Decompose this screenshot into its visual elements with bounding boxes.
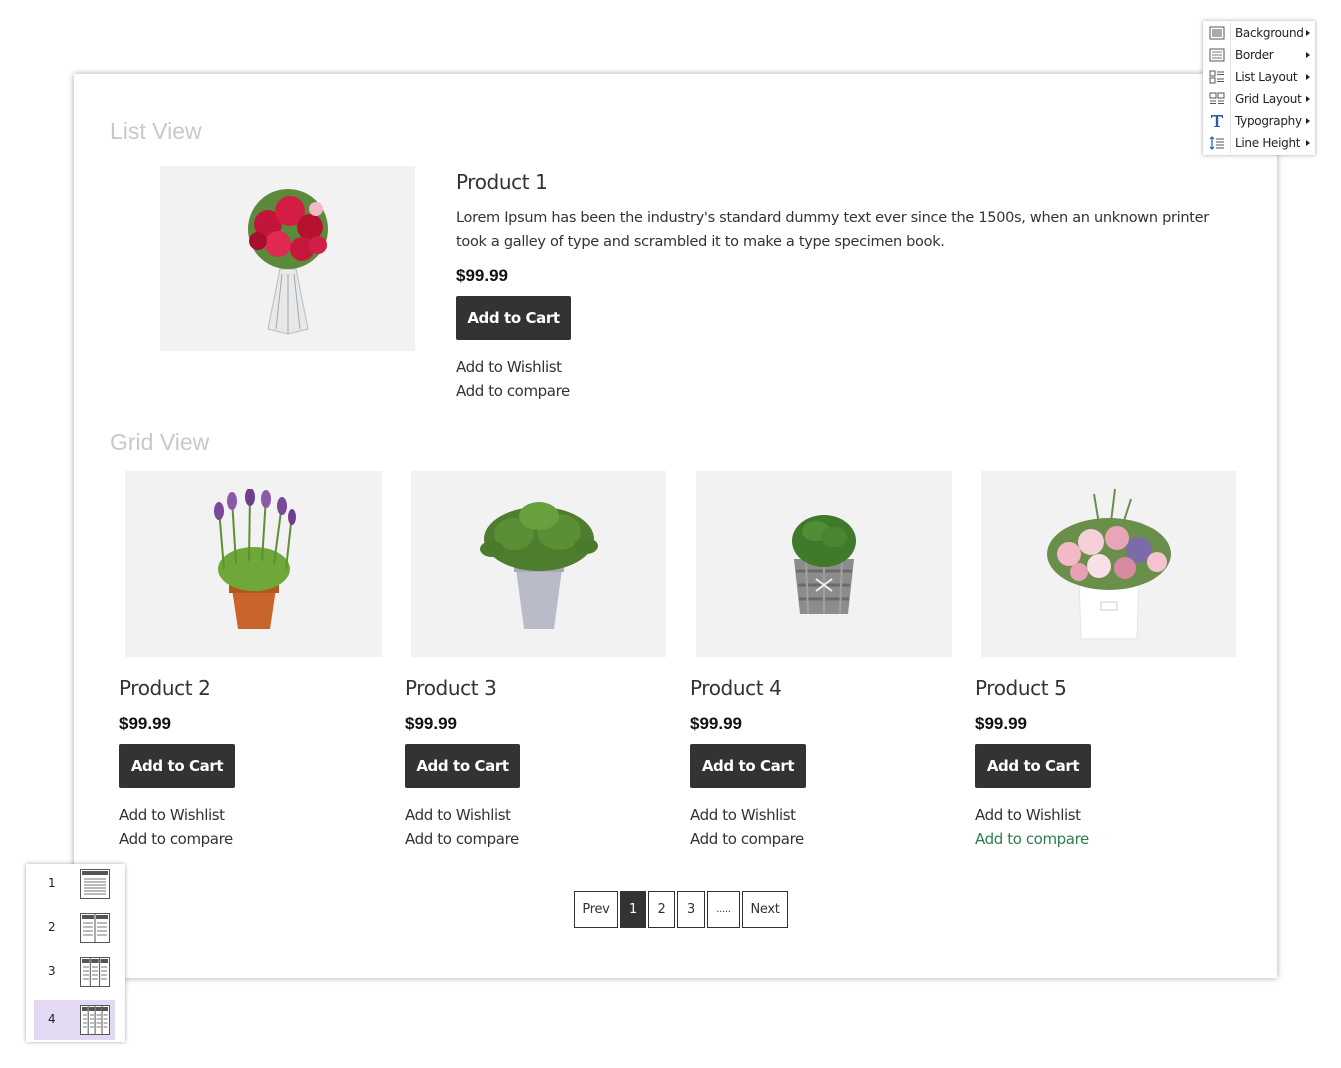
one-column-icon — [80, 869, 110, 899]
product-4-add-to-cart-button[interactable]: Add to Cart — [690, 744, 806, 788]
product-2-price: $99.99 — [119, 714, 171, 733]
product-3-add-to-wishlist-link[interactable]: Add to Wishlist — [405, 806, 511, 824]
product-1-description: Lorem Ipsum has been the industry's stan… — [456, 210, 1209, 250]
list-layout-icon — [1209, 70, 1224, 84]
typography-icon — [1211, 115, 1223, 127]
product-3-name[interactable]: Product 3 — [405, 676, 497, 700]
product-5-image[interactable] — [981, 471, 1236, 657]
menu-item-typography[interactable]: Typography — [1203, 110, 1315, 132]
menu-item-label: Grid Layout — [1235, 92, 1302, 106]
columns-option-4[interactable]: 4 — [34, 1000, 115, 1040]
product-5-add-to-compare-link[interactable]: Add to compare — [975, 830, 1089, 848]
menu-item-label: List Layout — [1235, 70, 1298, 84]
grid-layout-icon — [1209, 92, 1225, 104]
list-view-title: List View — [110, 118, 202, 144]
style-context-menu: Background Border List Layout Grid Layou… — [1203, 21, 1315, 155]
product-3-price: $99.99 — [405, 714, 457, 733]
pagination-page-3[interactable]: 3 — [677, 891, 705, 928]
pagination-next-button[interactable]: Next — [742, 891, 788, 928]
chevron-right-icon — [1306, 52, 1310, 58]
product-2-add-to-wishlist-link[interactable]: Add to Wishlist — [119, 806, 225, 824]
pagination-prev-button[interactable]: Prev — [574, 891, 618, 928]
flower-box-icon — [1046, 488, 1171, 640]
product-4-name[interactable]: Product 4 — [690, 676, 782, 700]
product-4-add-to-compare-link[interactable]: Add to compare — [690, 830, 804, 848]
product-1-add-to-cart-button[interactable]: Add to Cart — [456, 296, 571, 340]
product-5-add-to-cart-button[interactable]: Add to Cart — [975, 744, 1091, 788]
chevron-right-icon — [1306, 74, 1310, 80]
product-5-add-to-wishlist-link[interactable]: Add to Wishlist — [975, 806, 1081, 824]
product-1-add-to-wishlist-link[interactable]: Add to Wishlist — [456, 358, 562, 376]
chevron-right-icon — [1306, 30, 1310, 36]
product-2-name[interactable]: Product 2 — [119, 676, 211, 700]
grid-view-title: Grid View — [110, 429, 210, 455]
border-icon — [1209, 48, 1225, 62]
product-5-name[interactable]: Product 5 — [975, 676, 1067, 700]
menu-item-grid-layout[interactable]: Grid Layout — [1203, 88, 1315, 110]
product-2-add-to-cart-button[interactable]: Add to Cart — [119, 744, 235, 788]
menu-item-list-layout[interactable]: List Layout — [1203, 66, 1315, 88]
product-4-image[interactable] — [696, 471, 952, 657]
menu-item-background[interactable]: Background — [1203, 22, 1315, 44]
four-columns-icon — [80, 1005, 110, 1035]
background-icon — [1209, 26, 1225, 40]
chevron-right-icon — [1306, 96, 1310, 102]
pagination-page-2[interactable]: 2 — [648, 891, 675, 928]
menu-item-label: Line Height — [1235, 136, 1301, 150]
menu-item-line-height[interactable]: Line Height — [1203, 132, 1315, 154]
green-plant-grey-pot-icon — [479, 502, 598, 629]
pagination: Prev 1 2 3 ..... Next — [574, 891, 788, 930]
three-columns-icon — [80, 957, 110, 987]
product-3-image[interactable] — [411, 471, 666, 657]
columns-option-label: 3 — [48, 964, 56, 978]
product-3-add-to-cart-button[interactable]: Add to Cart — [405, 744, 520, 788]
product-1-price: $99.99 — [456, 266, 508, 285]
menu-item-label: Border — [1235, 48, 1274, 62]
product-1-add-to-compare-link[interactable]: Add to compare — [456, 382, 570, 400]
rose-bouquet-icon — [247, 188, 328, 335]
columns-option-2[interactable]: 2 — [34, 908, 115, 948]
chevron-right-icon — [1306, 140, 1310, 146]
product-4-add-to-wishlist-link[interactable]: Add to Wishlist — [690, 806, 796, 824]
two-columns-icon — [80, 913, 110, 943]
product-5-price: $99.99 — [975, 714, 1027, 733]
pagination-page-1[interactable]: 1 — [620, 891, 646, 928]
line-height-icon — [1209, 136, 1224, 150]
lavender-pot-icon — [213, 489, 296, 629]
product-2-image[interactable] — [125, 471, 382, 657]
columns-picker: 1 2 3 4 — [26, 864, 125, 1042]
shrub-basket-icon — [792, 515, 856, 615]
product-3-add-to-compare-link[interactable]: Add to compare — [405, 830, 519, 848]
columns-option-1[interactable]: 1 — [34, 864, 115, 904]
product-4-price: $99.99 — [690, 714, 742, 733]
menu-item-border[interactable]: Border — [1203, 44, 1315, 66]
columns-option-3[interactable]: 3 — [34, 952, 115, 992]
product-1-image[interactable] — [160, 166, 415, 351]
columns-option-label: 4 — [48, 1012, 56, 1026]
columns-option-label: 1 — [48, 876, 56, 890]
product-2-add-to-compare-link[interactable]: Add to compare — [119, 830, 233, 848]
pagination-ellipsis: ..... — [707, 891, 740, 928]
columns-option-label: 2 — [48, 920, 56, 934]
menu-item-label: Typography — [1235, 114, 1302, 128]
chevron-right-icon — [1306, 118, 1310, 124]
product-1-name[interactable]: Product 1 — [456, 170, 548, 194]
menu-item-label: Background — [1235, 26, 1304, 40]
